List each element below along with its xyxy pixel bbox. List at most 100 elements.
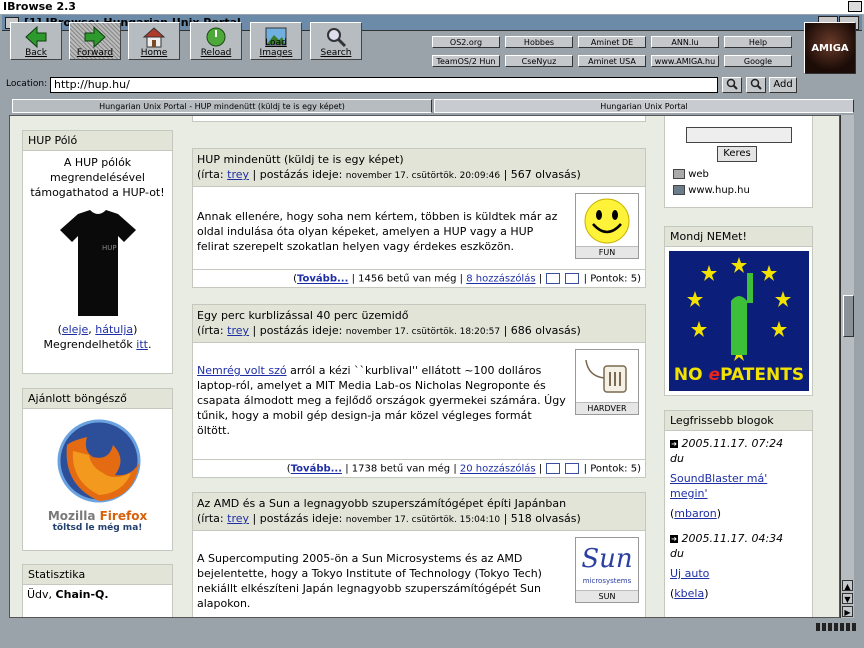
author-link[interactable]: trey <box>227 512 249 525</box>
hotlist-amiga-hu[interactable]: www.AMIGA.hu <box>651 55 719 67</box>
statistics-title: Statisztika <box>23 565 172 585</box>
article-title[interactable]: HUP mindenütt (küldj te is egy képet) <box>197 152 641 167</box>
location-url-input[interactable]: http://hup.hu/ <box>50 77 718 93</box>
author-link[interactable]: trey <box>227 168 249 181</box>
article-amd-sun: Az AMD és a Sun a legnagyobb szuperszámí… <box>192 492 646 617</box>
no-epatents-banner[interactable]: NO ePATENTS <box>669 251 809 391</box>
screen-depth-gadget[interactable] <box>848 1 862 12</box>
site-search-input[interactable] <box>686 127 792 143</box>
firefox-logo-icon[interactable] <box>53 415 143 507</box>
blog-date: 2005.11.17. 07:24 <box>681 437 784 450</box>
firefox-brand-mozilla: Mozilla <box>47 509 96 523</box>
tab-hup-mindenutt[interactable]: Hungarian Unix Portal - HUP mindenütt (k… <box>12 99 432 113</box>
scrollbar-knob[interactable] <box>843 295 854 337</box>
body-link[interactable]: Nemrég volt szó <box>197 364 287 377</box>
comments-link[interactable]: 8 hozzászólás <box>466 274 535 285</box>
arrow-right-icon: ➜ <box>670 535 678 543</box>
email-icon[interactable] <box>565 273 580 284</box>
hotlist-ann-lu[interactable]: ANN.lu <box>651 36 719 48</box>
article-kurblizas: Egy perc kurblizással 40 perc üzemidő (í… <box>192 304 646 478</box>
page-content: HUP Póló A HUP pólók megrendelésével tám… <box>9 115 840 618</box>
statistics-box: Statisztika Üdv, Chain-Q. <box>22 564 173 617</box>
hotlist-hobbes[interactable]: Hobbes <box>505 36 573 48</box>
article-date: november 17. csütörtök. 20:09:46 <box>345 171 501 181</box>
reload-button[interactable]: Reload <box>190 22 242 60</box>
hotlist-aminet-usa[interactable]: Aminet USA <box>578 55 646 67</box>
scroll-down-button[interactable]: ▼ <box>842 593 853 604</box>
back-button[interactable]: Back <box>10 22 62 60</box>
read-more-link[interactable]: Tovább... <box>291 464 342 475</box>
location-label: Location: <box>6 79 48 89</box>
blog-item: ➜ 2005.11.17. 04:34 du Uj auto (kbela) <box>670 531 807 601</box>
latest-blogs-box: Legfrissebb blogok ➜ 2005.11.17. 07:24 d… <box>664 410 813 617</box>
author-link[interactable]: trey <box>227 324 249 337</box>
tshirt-image: HUP <box>59 210 136 316</box>
vertical-scrollbar[interactable]: ▲ ▼ ▶ <box>840 115 854 618</box>
blog-item: ➜ 2005.11.17. 07:24 du SoundBlaster má' … <box>670 436 807 521</box>
hotlist-help[interactable]: Help <box>724 36 792 48</box>
topic-sun[interactable]: Sun microsystems SUN <box>575 537 639 603</box>
mondj-nemet-box: Mondj NEMet! NO ePATENTS <box>664 226 813 396</box>
polo-back-link[interactable]: hátulja <box>95 323 133 336</box>
hotlist-google[interactable]: Google <box>724 55 792 67</box>
blog-user-link[interactable]: kbela <box>674 587 704 600</box>
back-arrow-icon <box>25 25 47 49</box>
topic-hardver[interactable]: HARDVER <box>575 349 639 415</box>
amiga-logo[interactable]: AMIGA <box>804 22 856 74</box>
location-search-button[interactable] <box>722 77 742 93</box>
blog-title-link[interactable]: Uj auto <box>670 566 807 581</box>
arrow-right-icon: ➜ <box>670 440 678 448</box>
hotlist-teamos2-hun[interactable]: TeamOS/2 Hun <box>432 55 500 67</box>
hup-polo-title: HUP Póló <box>23 131 172 151</box>
blog-date: 2005.11.17. 04:34 <box>681 532 784 545</box>
keres-button[interactable]: Keres <box>717 146 757 162</box>
read-more-link[interactable]: Tovább... <box>297 274 348 285</box>
prev-box-edge <box>192 116 646 122</box>
search-box: Keres web www.hup.hu <box>664 116 813 208</box>
stats-username: Chain-Q. <box>55 588 109 601</box>
topic-fun[interactable]: FUN <box>575 193 639 259</box>
eu-stars-statue-icon <box>687 257 791 361</box>
add-bookmark-button[interactable]: Add <box>769 77 797 93</box>
load-images-button[interactable]: Load Images <box>250 22 302 60</box>
polo-front-link[interactable]: eleje <box>62 323 88 336</box>
radio-hup-label: www.hup.hu <box>688 185 750 196</box>
blog-title-link[interactable]: SoundBlaster má' megin' <box>670 471 807 501</box>
search-button[interactable]: Search <box>310 22 362 60</box>
polo-order-link[interactable]: itt <box>136 338 148 351</box>
forward-button[interactable]: Forward <box>69 22 121 60</box>
blog-list: ➜ 2005.11.17. 07:24 du SoundBlaster má' … <box>665 431 812 601</box>
print-icon[interactable] <box>546 463 561 474</box>
sun-logo-text: Sun <box>581 544 633 574</box>
article-hup-mindenutt: HUP mindenütt (küldj te is egy képet) (í… <box>192 148 646 288</box>
article-views: | 686 olvasás) <box>503 324 581 337</box>
stats-greeting: Üdv, <box>27 588 53 601</box>
hotlist-os2org[interactable]: OS2.org <box>432 36 500 48</box>
hotlist-aminet-de[interactable]: Aminet DE <box>578 36 646 48</box>
blog-user-link[interactable]: mbaron <box>674 507 716 520</box>
latest-blogs-title: Legfrissebb blogok <box>665 411 812 431</box>
status-bar <box>2 620 862 634</box>
scroll-right-button[interactable]: ▶ <box>842 606 853 617</box>
home-button[interactable]: Home <box>128 22 180 60</box>
article-title[interactable]: Az AMD és a Sun a legnagyobb szuperszámí… <box>197 496 641 511</box>
firefox-tagline[interactable]: töltsd le még ma! <box>23 523 172 533</box>
tab-hungarian-unix-portal[interactable]: Hungarian Unix Portal <box>434 99 854 113</box>
article-title[interactable]: Egy perc kurblizással 40 perc üzemidő <box>197 308 641 323</box>
hardware-plug-icon <box>585 359 627 393</box>
magnifier-icon <box>750 78 762 90</box>
scroll-up-button[interactable]: ▲ <box>842 580 853 591</box>
hotlist-csenyuz[interactable]: CseNyuz <box>505 55 573 67</box>
radio-web[interactable] <box>673 169 685 179</box>
print-icon[interactable] <box>546 273 561 284</box>
article-footer: (Tovább... | 1738 betű van még | 20 hozz… <box>193 459 645 477</box>
firefox-brand-firefox: Firefox <box>99 509 148 523</box>
recommended-browser-title: Ajánlott böngésző <box>23 389 172 409</box>
home-icon <box>142 27 166 48</box>
blog-by: du <box>670 452 684 465</box>
radio-hup[interactable] <box>673 185 685 195</box>
email-icon[interactable] <box>565 463 580 474</box>
location-find-button[interactable] <box>746 77 766 93</box>
magnifier-icon <box>726 78 738 90</box>
comments-link[interactable]: 20 hozzászólás <box>460 464 536 475</box>
